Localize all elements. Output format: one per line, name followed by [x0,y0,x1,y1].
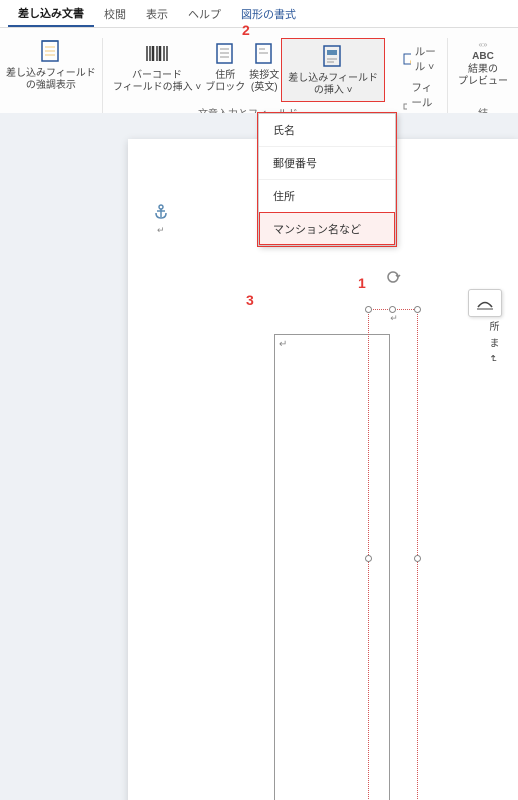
abc-overlay: «» [479,40,488,49]
address-block-label: 住所 ブロック [205,70,245,94]
highlight-fields-label: 差し込みフィールド の強調表示 [6,68,96,92]
anchor-icon: ↵ [153,204,169,238]
annotation-3: 3 [246,292,254,308]
resize-handle[interactable] [389,306,396,313]
document-icon [250,40,278,68]
rules-icon [403,52,411,66]
preview-label: 結果の プレビュー [458,64,508,88]
dropdown-item-address[interactable]: 住所 [259,179,395,212]
tab-help[interactable]: ヘルプ [178,2,231,26]
address-block-button[interactable]: 住所 ブロック [203,38,247,102]
barcode-label: バーコード フィールドの挿入 ˅ [113,70,201,94]
resize-handle[interactable] [365,306,372,313]
dropdown-item-name[interactable]: 氏名 [259,114,395,146]
document-merge-icon [319,43,347,71]
tab-bar: 差し込み文書 校閲 表示 ヘルプ 図形の書式 [0,0,518,28]
rules-button[interactable]: ルール ˅ [399,42,441,76]
ribbon: 差し込みフィールド の強調表示 バーコード フィールドの挿入 ˅ 住所 ブロック [0,28,518,113]
resize-handle[interactable] [365,555,372,562]
greeting-label: 挨拶文 (英文) [249,70,279,94]
insert-merge-field-label: 差し込みフィールド の挿入 ˅ [288,73,378,97]
layout-options-button[interactable] [468,289,502,317]
merge-field-dropdown: 氏名 郵便番号 住所 マンション名など [258,113,396,246]
rotate-handle[interactable] [385,269,401,285]
resize-handle[interactable] [414,555,421,562]
highlight-fields-button[interactable]: 差し込みフィールド の強調表示 [0,38,102,92]
greeting-button[interactable]: 挨拶文 (英文) [247,38,281,102]
preview-button[interactable]: «» ABC 結果の プレビュー [456,38,510,90]
tab-review[interactable]: 校閲 [94,2,136,26]
resize-handle[interactable] [414,306,421,313]
abc-label: ABC [472,51,494,62]
annotation-2: 2 [242,22,250,38]
annotation-1: 1 [358,275,366,291]
layout-options-icon [475,295,495,311]
tab-view[interactable]: 表示 [136,2,178,26]
document-highlight-icon [37,38,65,66]
barcode-icon [143,40,171,68]
barcode-button[interactable]: バーコード フィールドの挿入 ˅ [111,38,203,102]
document-icon [211,40,239,68]
dropdown-item-mansion[interactable]: マンション名など [259,212,395,245]
dropdown-item-postal[interactable]: 郵便番号 [259,146,395,179]
insert-merge-field-button[interactable]: 差し込みフィールド の挿入 ˅ [281,38,385,102]
shape-frame: ↵ [368,309,418,800]
tab-mailmerge[interactable]: 差し込み文書 [8,1,94,27]
shape-paragraph-mark: ↵ [375,313,413,324]
selected-shape[interactable]: ↵ [368,289,418,800]
vertical-text: 所 ま ↵ [485,321,500,365]
